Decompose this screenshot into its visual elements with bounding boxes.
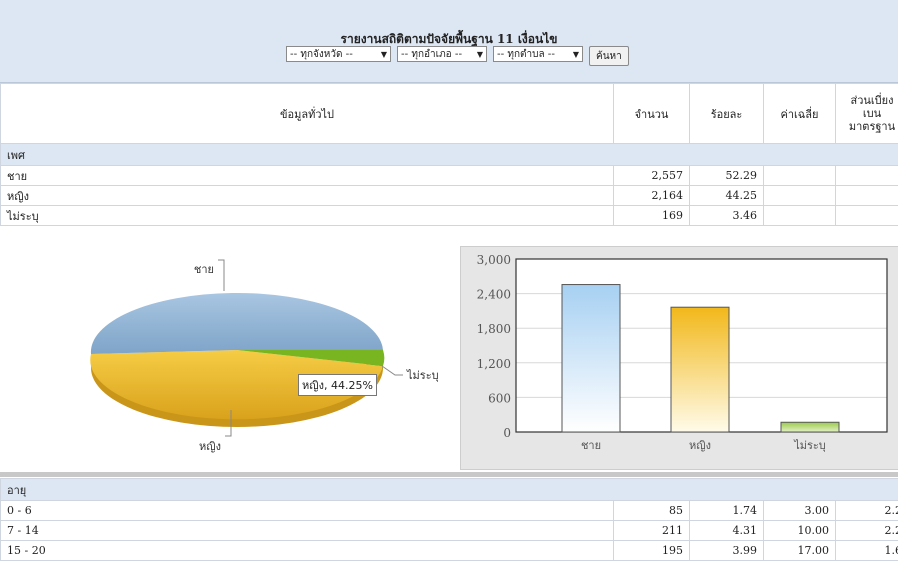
y-tick-label: 0 [503,426,511,440]
column-header-row: ข้อมูลทั่วไป จำนวน ร้อยละ ค่าเฉลี่ย ส่วน… [0,83,898,144]
row-sd: 2.2 [834,500,898,521]
section-divider [0,472,898,477]
search-button[interactable]: ค้นหา [589,46,629,66]
row-mean: 3.00 [763,500,836,521]
y-tick-label: 1,200 [477,357,511,371]
pie-tooltip: หญิง, 44.25% [298,374,377,396]
table-row: หญิง 2,164 44.25 [0,185,898,206]
row-percent: 52.29 [689,165,764,186]
row-count: 85 [613,500,690,521]
pie-label-female: หญิง [199,440,221,453]
row-sd [835,185,898,206]
bar [670,306,730,433]
y-tick-label: 3,000 [477,253,511,267]
row-sd: 1.6 [834,540,898,561]
row-sd [835,165,898,186]
section-label: อายุ [0,478,898,501]
section-row-gender: เพศ [0,143,898,166]
table-row: 15 - 20 195 3.99 17.00 1.6 [0,540,898,561]
col-sd-line2: เบน [862,107,882,120]
row-count: 2,164 [613,185,690,206]
col-sd-line3: มาตรฐาน [848,120,896,133]
district-select-value: -- ทุกอำเภอ -- [401,48,463,60]
chevron-down-icon: ▼ [572,49,579,59]
col-sd-line1: ส่วนเบี่ยง [850,94,894,107]
gender-table: ข้อมูลทั่วไป จำนวน ร้อยละ ค่าเฉลี่ย ส่วน… [0,83,898,226]
row-name: หญิง [0,185,614,206]
age-table: อายุ 0 - 6 85 1.74 3.00 2.2 7 - 14 211 4… [0,478,898,561]
pie-label-unspecified: ไม่ระบุ [406,369,439,382]
row-percent: 3.99 [689,540,764,561]
gender-charts: ชาย ไม่ระบุ หญิง หญิง, 44.25% 0 600 1,200 1… [0,238,898,473]
filter-bar: -- ทุกจังหวัด -- ▼ -- ทุกอำเภอ -- ▼ -- ท… [286,46,629,66]
table-row: ไม่ระบุ 169 3.46 [0,205,898,226]
y-tick-label: 2,400 [477,288,511,302]
row-count: 169 [613,205,690,226]
row-count: 2,557 [613,165,690,186]
bar [780,421,840,433]
y-tick-label: 600 [488,391,511,405]
row-name: 15 - 20 [0,540,614,561]
bar [561,284,621,433]
table-row: ชาย 2,557 52.29 [0,165,898,186]
col-percent: ร้อยละ [689,83,764,144]
row-sd: 2.2 [834,520,898,541]
row-sd [835,205,898,226]
leader-line-male [218,259,225,291]
row-mean: 10.00 [763,520,836,541]
row-count: 211 [613,520,690,541]
x-tick-label: ไม่ระบุ [793,439,826,452]
row-percent: 3.46 [689,205,764,226]
row-count: 195 [613,540,690,561]
subdistrict-select-value: -- ทุกตำบล -- [497,48,556,60]
pie-label-male: ชาย [194,263,214,276]
row-percent: 1.74 [689,500,764,521]
section-row-age: อายุ [0,478,898,501]
bar-chart: 0 600 1,200 1,800 2,400 3,000 ชาย หญิง ไม่ระบุ [477,253,888,452]
bar-chart-panel: 0 600 1,200 1,800 2,400 3,000 ชาย หญิง ไม่ระบุ [460,246,898,470]
report-header: รายงานสถิติตามปัจจัยพื้นฐาน 11 เงื่อนไข … [0,0,898,83]
row-mean [763,185,836,206]
row-percent: 4.31 [689,520,764,541]
province-select-value: -- ทุกจังหวัด -- [290,48,353,60]
row-percent: 44.25 [689,185,764,206]
table-row: 7 - 14 211 4.31 10.00 2.2 [0,520,898,541]
row-mean [763,205,836,226]
row-mean [763,165,836,186]
row-name: 7 - 14 [0,520,614,541]
district-select[interactable]: -- ทุกอำเภอ -- ▼ [397,46,487,62]
y-tick-label: 1,800 [477,322,511,336]
leader-line-unspecified [381,365,403,376]
chevron-down-icon: ▼ [380,49,387,59]
subdistrict-select[interactable]: -- ทุกตำบล -- ▼ [493,46,583,62]
col-general: ข้อมูลทั่วไป [0,83,614,144]
col-mean: ค่าเฉลี่ย [763,83,836,144]
row-name: ไม่ระบุ [0,205,614,226]
province-select[interactable]: -- ทุกจังหวัด -- ▼ [286,46,391,62]
table-row: 0 - 6 85 1.74 3.00 2.2 [0,500,898,521]
chevron-down-icon: ▼ [476,49,483,59]
section-label: เพศ [0,143,898,166]
x-tick-label: หญิง [689,439,711,452]
pie-chart: ชาย ไม่ระบุ หญิง [90,259,439,453]
x-tick-label: ชาย [581,439,601,452]
row-mean: 17.00 [763,540,836,561]
row-name: ชาย [0,165,614,186]
col-sd: ส่วนเบี่ยง เบน มาตรฐาน [835,83,898,144]
pie-slice-male[interactable] [90,292,383,354]
row-name: 0 - 6 [0,500,614,521]
col-count: จำนวน [613,83,690,144]
